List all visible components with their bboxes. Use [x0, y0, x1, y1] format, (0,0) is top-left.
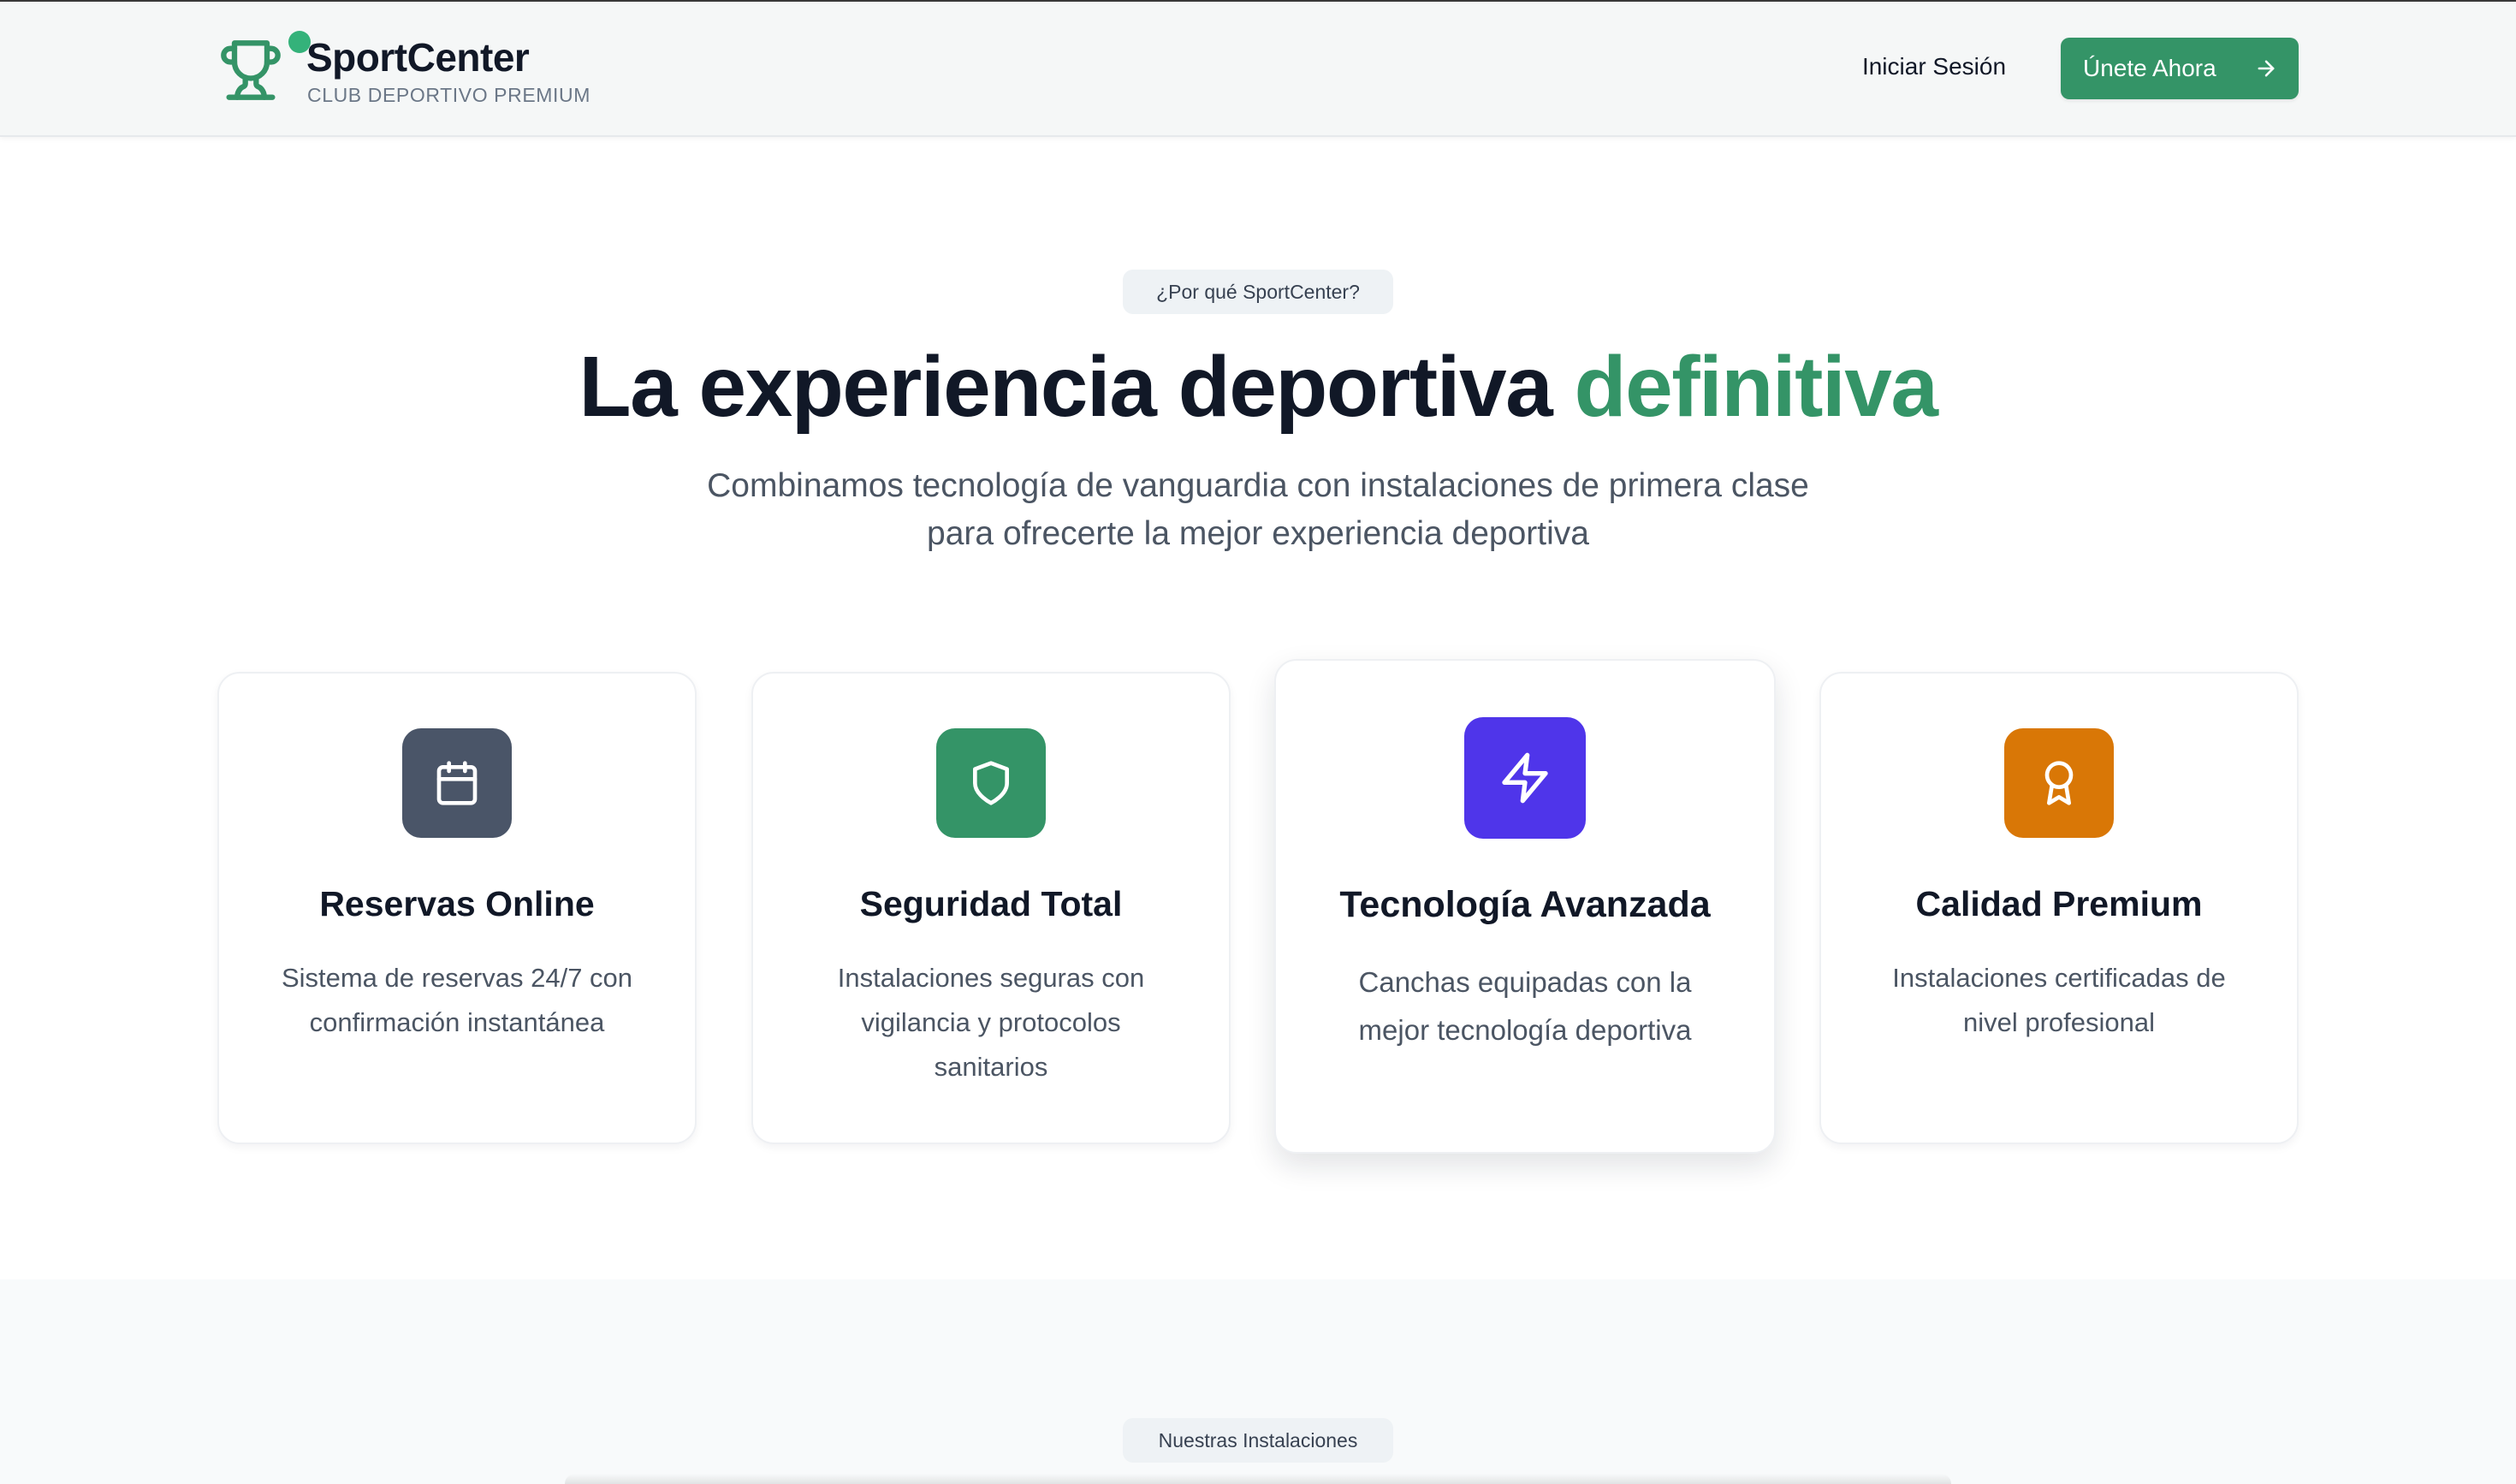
feature-title: Reservas Online — [319, 884, 595, 923]
facilities-gallery-edge — [565, 1474, 1951, 1484]
hero-subtitle-line: para ofrecerte la mejor experiencia depo… — [927, 515, 1589, 552]
join-now-label: Únete Ahora — [2083, 55, 2216, 81]
hero-subtitle-line: Combinamos tecnología de vanguardia con … — [707, 467, 1809, 504]
feature-icon-tile — [402, 728, 512, 838]
brand-name: SportCenter — [306, 35, 530, 80]
arrow-right-icon — [2258, 60, 2275, 77]
feature-description: Sistema de reservas 24/7 con confirmació… — [253, 956, 661, 1045]
hero-subtitle: Combinamos tecnología de vanguardia con … — [616, 462, 1900, 565]
feature-card-calidad: Calidad Premium Instalaciones certificad… — [1819, 672, 2299, 1144]
feature-title: Tecnología Avanzada — [1339, 884, 1711, 925]
feature-icon-tile — [2004, 728, 2114, 838]
feature-card-seguridad: Seguridad Total Instalaciones seguras co… — [751, 672, 1231, 1144]
shield-icon — [973, 761, 1009, 805]
feature-description: Canchas equipadas con la mejor tecnologí… — [1310, 959, 1740, 1054]
feature-description-line: nivel profesional — [1962, 1007, 2156, 1037]
feature-description-line: Canchas equipadas con la — [1358, 966, 1692, 998]
feature-title: Calidad Premium — [1915, 884, 2203, 923]
calendar-icon — [436, 761, 478, 805]
feature-card-reservas: Reservas Online Sistema de reservas 24/7… — [217, 672, 697, 1144]
section-badge-why: ¿Por qué SportCenter? — [1123, 270, 1393, 314]
hero-title-main: La experiencia deportiva — [579, 339, 1553, 435]
hero-title: La experiencia deportiva definitiva — [0, 335, 2516, 438]
feature-title: Seguridad Total — [859, 884, 1123, 923]
feature-description-line: Instalaciones seguras con — [837, 963, 1145, 993]
brand-logo[interactable]: SportCenter CLUB DEPORTIVO PREMIUM — [218, 31, 595, 113]
award-icon — [2044, 761, 2074, 805]
feature-description: Instalaciones certificadas de nivel prof… — [1855, 956, 2263, 1045]
site-header: SportCenter CLUB DEPORTIVO PREMIUM Inici… — [0, 2, 2516, 137]
login-link[interactable]: Iniciar Sesión — [1848, 53, 2020, 87]
hero-title-accent: definitiva — [1574, 339, 1938, 435]
join-now-button[interactable]: Únete Ahora — [2061, 38, 2299, 99]
feature-description-line: mejor tecnología deportiva — [1358, 1014, 1692, 1046]
feature-card-tecnologia: Tecnología Avanzada Canchas equipadas co… — [1274, 659, 1776, 1154]
feature-icon-tile — [936, 728, 1046, 838]
brand-tagline: CLUB DEPORTIVO PREMIUM — [307, 84, 590, 106]
section-badge-facilities: Nuestras Instalaciones — [1123, 1418, 1393, 1463]
feature-description: Instalaciones seguras con vigilancia y p… — [787, 956, 1195, 1089]
feature-description-line: Sistema de reservas 24/7 con — [281, 963, 633, 993]
lightning-icon — [1502, 752, 1548, 804]
feature-description-line: sanitarios — [934, 1052, 1048, 1082]
feature-description-line: vigilancia y protocolos — [861, 1007, 1121, 1037]
feature-description-line: Instalaciones certificadas de — [1892, 963, 2226, 993]
trophy-icon — [221, 40, 281, 100]
feature-icon-tile — [1464, 717, 1586, 839]
feature-description-line: confirmación instantánea — [309, 1007, 605, 1037]
